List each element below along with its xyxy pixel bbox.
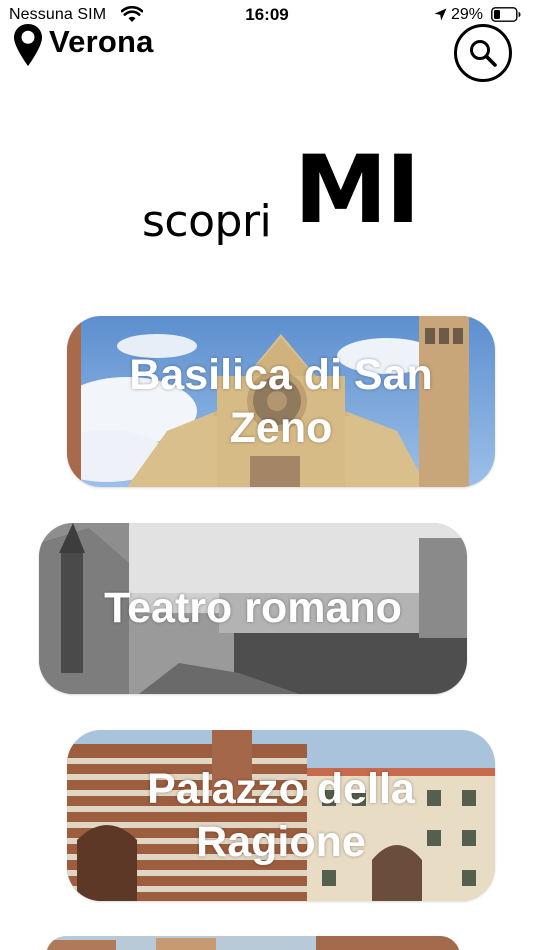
place-card-basilica-san-zeno[interactable]: Basilica di San Zeno	[67, 316, 495, 487]
city-name[interactable]: Verona	[49, 24, 154, 60]
place-card-palazzo-della-ragione[interactable]: Palazzo della Ragione	[67, 730, 495, 901]
place-name: Teatro romano	[104, 584, 402, 633]
place-card-partial[interactable]	[46, 936, 460, 950]
place-name	[46, 936, 460, 950]
battery-percentage: 29%	[451, 6, 484, 23]
logo-prefix: scopri	[142, 196, 272, 247]
search-icon	[470, 40, 497, 67]
place-card-teatro-romano[interactable]: Teatro romano	[39, 523, 467, 694]
battery-icon	[491, 7, 521, 22]
app-logo: scopri MI	[142, 136, 422, 247]
location-arrow-icon	[434, 8, 447, 21]
search-button[interactable]	[454, 24, 512, 82]
logo-suffix: MI	[294, 136, 421, 245]
place-name: Palazzo della Ragione	[147, 764, 415, 866]
location-pin-icon	[14, 24, 42, 66]
place-name: Basilica di San Zeno	[129, 350, 433, 452]
